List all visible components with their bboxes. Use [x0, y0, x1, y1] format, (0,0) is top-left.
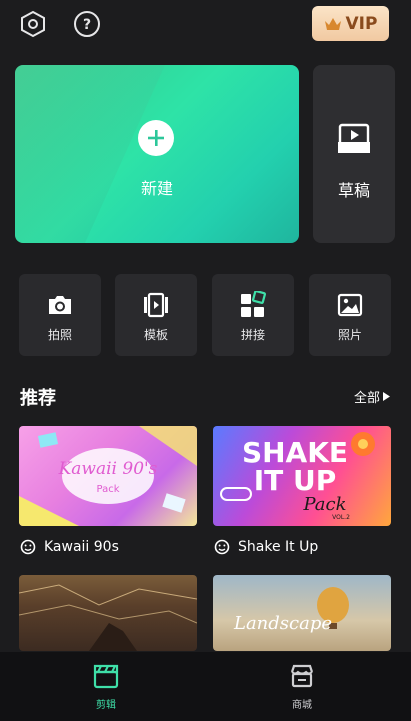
clapperboard-icon: [92, 662, 120, 690]
settings-icon[interactable]: [19, 10, 47, 38]
kawaii-name: Kawaii 90s: [44, 539, 119, 555]
camera-icon: [46, 291, 74, 319]
see-all-label: 全部: [353, 391, 380, 406]
shake-thumbnail[interactable]: SHAKE IT UP Pack VOL.2: [213, 426, 391, 526]
quick-tools: 拍照 模板 拼接 照片: [19, 274, 391, 356]
kawaii-art: Kawaii 90's Pack: [19, 426, 197, 526]
template-label: 模板: [143, 328, 168, 342]
camera-button[interactable]: 拍照: [19, 274, 101, 356]
camera-label: 拍照: [47, 328, 72, 342]
landscape-thumbnail[interactable]: Landscape: [213, 575, 391, 651]
template-button[interactable]: 模板: [115, 274, 197, 356]
shake-art: SHAKE IT UP Pack VOL.2: [220, 432, 375, 521]
kawaii-thumb-title: Kawaii 90's: [58, 459, 158, 479]
plus-icon: [138, 120, 174, 156]
kawaii-thumbnail[interactable]: Kawaii 90's Pack: [19, 426, 197, 526]
starry-thumbnail[interactable]: [19, 575, 197, 651]
landscape-art: Landscape: [233, 587, 349, 634]
bottom-nav: 剪辑 商城: [0, 652, 411, 721]
shake-caption: Shake It Up: [214, 539, 318, 555]
svg-text:?: ?: [83, 17, 91, 33]
collage-icon: [239, 291, 267, 319]
shake-thumb-pack: Pack: [302, 494, 346, 515]
sticker-icon: [214, 539, 230, 555]
landscape-thumb-title: Landscape: [233, 613, 332, 634]
help-icon[interactable]: ?: [73, 10, 101, 38]
drafts-card[interactable]: 草稿: [313, 65, 395, 243]
store-icon: [288, 662, 316, 690]
drafts-label: 草稿: [337, 181, 370, 200]
vip-label: VIP: [345, 13, 378, 34]
recommend-title: 推荐: [20, 388, 56, 409]
nav-edit[interactable]: 剪辑: [66, 662, 146, 711]
new-project-card[interactable]: 新建: [15, 65, 299, 243]
new-project-label: 新建: [140, 179, 173, 198]
collage-button[interactable]: 拼接: [212, 274, 294, 356]
photo-icon: [336, 291, 364, 319]
arrow-right-icon: [383, 392, 390, 401]
photo-label: 照片: [337, 328, 362, 342]
collage-label: 拼接: [240, 328, 265, 342]
starry-art: [19, 584, 197, 651]
vip-button[interactable]: VIP: [312, 6, 389, 41]
kawaii-thumb-subtitle: Pack: [97, 484, 120, 495]
sticker-icon: [20, 539, 36, 555]
top-bar: ? VIP: [0, 0, 411, 52]
photo-button[interactable]: 照片: [309, 274, 391, 356]
shake-thumb-title-2: IT UP: [254, 464, 337, 497]
nav-edit-label: 剪辑: [96, 700, 116, 711]
template-icon: [142, 291, 170, 319]
see-all-link[interactable]: 全部: [354, 387, 390, 406]
nav-store-label: 商城: [292, 700, 312, 711]
drafts-icon: [337, 123, 371, 155]
crown-icon: [324, 17, 341, 30]
shake-name: Shake It Up: [238, 539, 319, 555]
shake-thumb-vol: VOL.2: [332, 514, 350, 521]
kawaii-caption: Kawaii 90s: [20, 539, 119, 555]
nav-store[interactable]: 商城: [262, 662, 342, 711]
